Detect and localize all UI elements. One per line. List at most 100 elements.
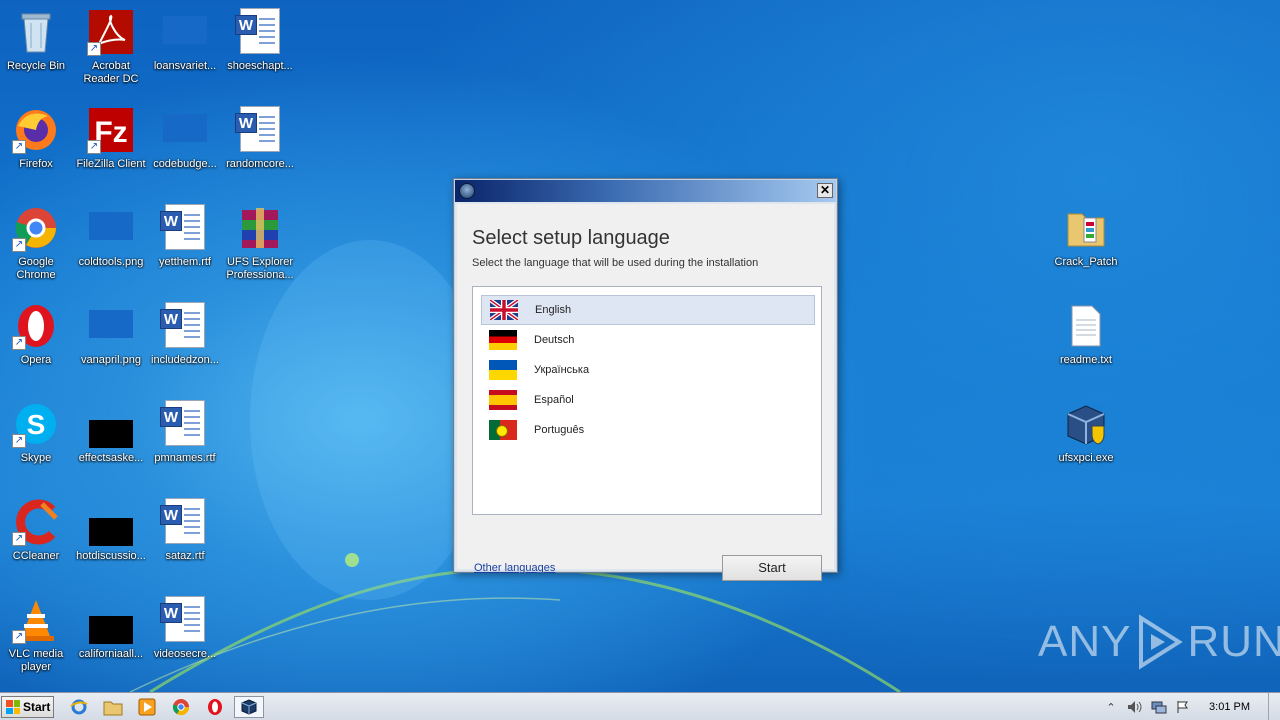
desktop-icon-label: Recycle Bin [6,60,66,72]
desktop-icon-readme[interactable]: readme.txt [1048,296,1124,388]
desktop-icon-effectsaske[interactable]: effectsaske... [73,394,149,486]
word-document-icon: W [160,596,209,644]
desktop-icon-shoeschapt[interactable]: W shoeschapt... [222,2,298,94]
taskbar-clock[interactable]: 3:01 PM [1209,701,1250,713]
word-document-icon: W [160,400,209,448]
start-label: Start [23,700,51,714]
desktop-icon-coldtools[interactable]: coldtools.png [73,198,149,290]
desktop-icon-ccleaner[interactable]: ↗ CCleaner [0,492,74,584]
language-name: Deutsch [534,334,575,346]
network-icon[interactable] [1150,699,1168,715]
desktop-icon-vanapril[interactable]: vanapril.png [73,296,149,388]
desktop-icon-loansvariet[interactable]: loansvariet... [147,2,223,94]
desktop-icon-chrome[interactable]: ↗ Google Chrome [0,198,74,290]
installer-box-shield-icon [1062,400,1110,448]
desktop-icon-label: UFS Explorer Professiona... [226,256,294,281]
desktop-icon-label: randomcore... [226,158,294,170]
desktop-icon-label: loansvariet... [153,60,217,72]
image-thumbnail [89,310,133,338]
language-name: English [535,304,572,316]
desktop-icon-ufsxpci[interactable]: ufsxpci.exe [1048,394,1124,486]
text-document-icon [1062,302,1110,350]
taskbar-chrome[interactable] [168,696,194,718]
desktop-icon-californiaall[interactable]: californiaall... [73,590,149,682]
desktop-icon-filezilla[interactable]: Fz ↗ FileZilla Client [73,100,149,192]
taskbar-internet-explorer[interactable] [66,696,92,718]
desktop-icon-label: shoeschapt... [227,60,293,72]
start-menu-button[interactable]: Start [1,696,54,718]
show-desktop-button[interactable] [1268,693,1280,720]
chrome-icon [172,699,190,716]
desktop-icon-hotdiscussio[interactable]: hotdiscussio... [73,492,149,584]
image-thumbnail [89,420,133,448]
portugal-flag-icon [489,420,517,440]
setup-language-dialog: ✕ Select setup language Select the langu… [453,178,838,581]
desktop-icon-includedzon[interactable]: W includedzon... [147,296,223,388]
language-name: Português [534,424,585,436]
dialog-titlebar[interactable]: ✕ [455,180,836,202]
filezilla-icon: Fz ↗ [87,106,135,154]
acrobat-reader-icon: ↗ [87,8,135,56]
language-item-deutsch[interactable]: Deutsch [481,325,815,355]
windows-logo-icon [6,700,20,714]
watermark-text-left: ANY [1038,617,1132,666]
desktop-icon-recycle-bin[interactable]: Recycle Bin [0,2,74,94]
ukraine-flag-icon [489,360,517,380]
desktop-icon-sataz[interactable]: W sataz.rtf [147,492,223,584]
language-item-portugues[interactable]: Português [481,415,815,445]
desktop-icon-opera[interactable]: ↗ Opera [0,296,74,388]
desktop-icon-label: Opera [20,354,52,366]
desktop-icon-label: codebudge... [153,158,217,170]
language-list[interactable]: English Deutsch Українська Español Portu… [472,286,822,515]
taskbar-opera[interactable] [202,696,228,718]
taskbar-explorer[interactable] [100,696,126,718]
desktop-icon-label: vanapril.png [81,354,141,366]
taskbar-installer-app[interactable] [234,696,264,718]
taskbar: Start ⌃ 3:01 PM [0,692,1280,720]
chrome-icon: ↗ [12,204,60,252]
language-item-english[interactable]: English [481,295,815,325]
other-languages-link[interactable]: Other languages [474,562,555,574]
system-tray: ⌃ 3:01 PM [1099,693,1280,720]
desktop-icon-videosecre[interactable]: W videosecre... [147,590,223,682]
desktop-icon-vlc[interactable]: ↗ VLC media player [0,590,74,682]
desktop-icon-label: Acrobat Reader DC [83,60,139,85]
anyrun-watermark: ANY RUN [1038,612,1280,672]
vlc-cone-icon: ↗ [12,596,60,644]
image-thumbnail [89,616,133,644]
action-center-flag-icon[interactable] [1174,699,1192,715]
close-button[interactable]: ✕ [817,183,833,198]
taskbar-media-player[interactable] [134,696,160,718]
desktop-icon-pmnames[interactable]: W pmnames.rtf [147,394,223,486]
dialog-subtitle: Select the language that will be used du… [472,257,759,269]
language-name: Українська [534,364,590,376]
volume-icon[interactable] [1126,699,1144,715]
recycle-bin-icon [12,8,60,56]
firefox-icon: ↗ [12,106,60,154]
desktop-icon-acrobat[interactable]: ↗ Acrobat Reader DC [73,2,149,94]
desktop-icon-codebudge[interactable]: codebudge... [147,100,223,192]
shortcut-arrow-icon: ↗ [12,238,26,252]
internet-explorer-icon [70,699,88,715]
shortcut-arrow-icon: ↗ [87,42,101,56]
spain-flag-icon [489,390,517,410]
desktop-icon-skype[interactable]: S ↗ Skype [0,394,74,486]
language-item-espanol[interactable]: Español [481,385,815,415]
folder-icon [1062,204,1110,252]
desktop-icon-label: Firefox [19,158,53,170]
language-item-ukrainian[interactable]: Українська [481,355,815,385]
desktop-icon-label: ufsxpci.exe [1058,452,1114,464]
desktop-icon-randomcore[interactable]: W randomcore... [222,100,298,192]
image-thumbnail [163,16,207,44]
desktop-icon-firefox[interactable]: ↗ Firefox [0,100,74,192]
image-thumbnail [89,518,133,546]
show-hidden-icons-chevron-icon[interactable]: ⌃ [1102,699,1120,715]
word-document-icon: W [235,106,284,154]
explorer-folder-icon [103,701,123,716]
desktop-icon-yetthem[interactable]: W yetthem.rtf [147,198,223,290]
media-player-icon [138,698,156,716]
desktop-icon-ufs-explorer[interactable]: UFS Explorer Professiona... [222,198,298,290]
desktop-icon-crack-patch[interactable]: Crack_Patch [1048,198,1124,290]
word-document-icon: W [160,498,209,546]
start-button[interactable]: Start [722,555,822,581]
